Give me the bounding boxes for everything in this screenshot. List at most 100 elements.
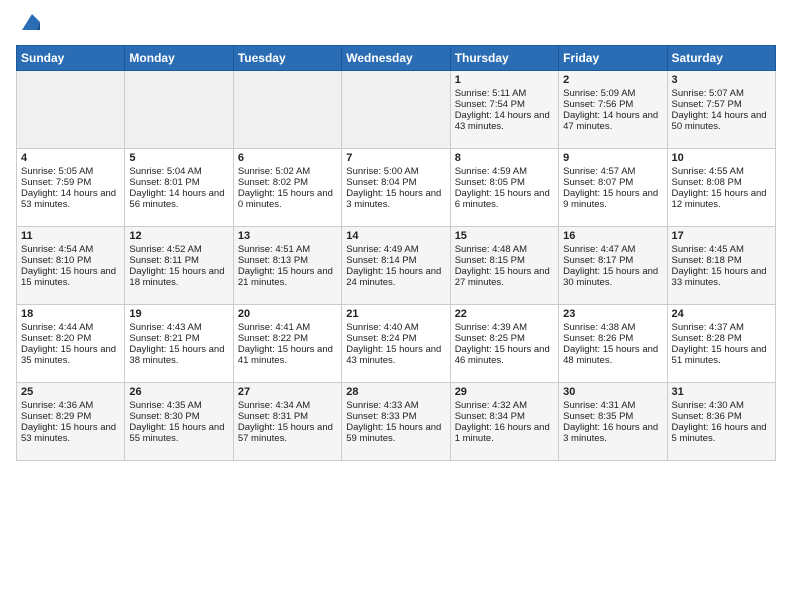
- day-info: Daylight: 14 hours and 43 minutes.: [455, 110, 554, 132]
- day-number: 16: [563, 230, 662, 242]
- day-info: Sunrise: 4:49 AM: [346, 244, 445, 255]
- day-number: 25: [21, 386, 120, 398]
- day-info: Sunrise: 5:07 AM: [672, 88, 771, 99]
- day-info: Daylight: 15 hours and 21 minutes.: [238, 266, 337, 288]
- calendar-cell: 5Sunrise: 5:04 AMSunset: 8:01 PMDaylight…: [125, 149, 233, 227]
- day-info: Sunset: 8:14 PM: [346, 255, 445, 266]
- calendar-cell: 10Sunrise: 4:55 AMSunset: 8:08 PMDayligh…: [667, 149, 775, 227]
- day-info: Sunset: 8:05 PM: [455, 177, 554, 188]
- day-info: Sunset: 8:35 PM: [563, 411, 662, 422]
- day-info: Daylight: 15 hours and 9 minutes.: [563, 188, 662, 210]
- calendar-cell: 12Sunrise: 4:52 AMSunset: 8:11 PMDayligh…: [125, 227, 233, 305]
- day-info: Sunrise: 4:39 AM: [455, 322, 554, 333]
- day-info: Daylight: 14 hours and 53 minutes.: [21, 188, 120, 210]
- day-info: Sunrise: 5:11 AM: [455, 88, 554, 99]
- day-info: Daylight: 15 hours and 51 minutes.: [672, 344, 771, 366]
- day-info: Sunset: 8:25 PM: [455, 333, 554, 344]
- calendar-cell: 25Sunrise: 4:36 AMSunset: 8:29 PMDayligh…: [17, 383, 125, 461]
- day-number: 2: [563, 74, 662, 86]
- day-info: Sunrise: 4:35 AM: [129, 400, 228, 411]
- day-info: Sunrise: 4:41 AM: [238, 322, 337, 333]
- calendar-cell: 24Sunrise: 4:37 AMSunset: 8:28 PMDayligh…: [667, 305, 775, 383]
- day-info: Daylight: 16 hours and 3 minutes.: [563, 422, 662, 444]
- day-number: 13: [238, 230, 337, 242]
- calendar-cell: 26Sunrise: 4:35 AMSunset: 8:30 PMDayligh…: [125, 383, 233, 461]
- day-info: Sunrise: 5:02 AM: [238, 166, 337, 177]
- day-info: Sunset: 8:15 PM: [455, 255, 554, 266]
- day-info: Sunrise: 4:47 AM: [563, 244, 662, 255]
- day-info: Sunset: 8:07 PM: [563, 177, 662, 188]
- calendar-cell: 20Sunrise: 4:41 AMSunset: 8:22 PMDayligh…: [233, 305, 341, 383]
- day-number: 24: [672, 308, 771, 320]
- day-number: 14: [346, 230, 445, 242]
- day-info: Sunset: 8:21 PM: [129, 333, 228, 344]
- day-info: Sunset: 8:30 PM: [129, 411, 228, 422]
- calendar-table: SundayMondayTuesdayWednesdayThursdayFrid…: [16, 45, 776, 461]
- day-info: Sunrise: 4:55 AM: [672, 166, 771, 177]
- day-info: Sunrise: 4:48 AM: [455, 244, 554, 255]
- day-info: Sunrise: 4:30 AM: [672, 400, 771, 411]
- logo-icon: [18, 12, 40, 34]
- day-info: Sunset: 8:20 PM: [21, 333, 120, 344]
- day-number: 30: [563, 386, 662, 398]
- day-number: 22: [455, 308, 554, 320]
- day-info: Daylight: 14 hours and 47 minutes.: [563, 110, 662, 132]
- day-info: Daylight: 15 hours and 3 minutes.: [346, 188, 445, 210]
- day-number: 20: [238, 308, 337, 320]
- day-info: Daylight: 15 hours and 48 minutes.: [563, 344, 662, 366]
- day-number: 1: [455, 74, 554, 86]
- day-info: Daylight: 14 hours and 56 minutes.: [129, 188, 228, 210]
- day-info: Sunrise: 4:38 AM: [563, 322, 662, 333]
- col-header-monday: Monday: [125, 46, 233, 71]
- day-info: Daylight: 15 hours and 46 minutes.: [455, 344, 554, 366]
- day-number: 15: [455, 230, 554, 242]
- calendar-cell: 11Sunrise: 4:54 AMSunset: 8:10 PMDayligh…: [17, 227, 125, 305]
- day-info: Daylight: 15 hours and 0 minutes.: [238, 188, 337, 210]
- day-info: Sunrise: 4:40 AM: [346, 322, 445, 333]
- calendar-cell: [125, 71, 233, 149]
- calendar-cell: 22 Sunrise: 4:39 AMSunset: 8:25 PMDayligh…: [450, 305, 558, 383]
- day-info: Sunrise: 5:00 AM: [346, 166, 445, 177]
- day-info: Sunrise: 5:05 AM: [21, 166, 120, 177]
- day-info: Sunrise: 4:33 AM: [346, 400, 445, 411]
- logo: [16, 12, 40, 39]
- day-info: Sunset: 8:26 PM: [563, 333, 662, 344]
- calendar-cell: 4Sunrise: 5:05 AMSunset: 7:59 PMDaylight…: [17, 149, 125, 227]
- day-info: Daylight: 15 hours and 6 minutes.: [455, 188, 554, 210]
- day-info: Sunset: 8:36 PM: [672, 411, 771, 422]
- col-header-wednesday: Wednesday: [342, 46, 450, 71]
- day-info: Daylight: 15 hours and 35 minutes.: [21, 344, 120, 366]
- calendar-cell: 19Sunrise: 4:43 AMSunset: 8:21 PMDayligh…: [125, 305, 233, 383]
- day-info: Sunset: 8:01 PM: [129, 177, 228, 188]
- day-info: Sunrise: 5:04 AM: [129, 166, 228, 177]
- day-info: Sunset: 7:57 PM: [672, 99, 771, 110]
- day-info: Sunset: 8:29 PM: [21, 411, 120, 422]
- day-info: Daylight: 15 hours and 15 minutes.: [21, 266, 120, 288]
- day-number: 3: [672, 74, 771, 86]
- day-number: 19: [129, 308, 228, 320]
- calendar-cell: 13Sunrise: 4:51 AMSunset: 8:13 PMDayligh…: [233, 227, 341, 305]
- day-number: 28: [346, 386, 445, 398]
- day-number: 6: [238, 152, 337, 164]
- calendar-cell: 21Sunrise: 4:40 AMSunset: 8:24 PMDayligh…: [342, 305, 450, 383]
- day-info: Sunset: 8:34 PM: [455, 411, 554, 422]
- day-info: Sunrise: 4:51 AM: [238, 244, 337, 255]
- day-info: Sunrise: 4:45 AM: [672, 244, 771, 255]
- day-info: Sunset: 7:54 PM: [455, 99, 554, 110]
- calendar-cell: 9Sunrise: 4:57 AMSunset: 8:07 PMDaylight…: [559, 149, 667, 227]
- page-header: [16, 12, 776, 39]
- day-info: Sunrise: 4:36 AM: [21, 400, 120, 411]
- calendar-cell: 6Sunrise: 5:02 AMSunset: 8:02 PMDaylight…: [233, 149, 341, 227]
- calendar-cell: 3Sunrise: 5:07 AMSunset: 7:57 PMDaylight…: [667, 71, 775, 149]
- day-number: 10: [672, 152, 771, 164]
- day-number: 18: [21, 308, 120, 320]
- day-number: 11: [21, 230, 120, 242]
- calendar-cell: [342, 71, 450, 149]
- day-info: Sunrise: 4:37 AM: [672, 322, 771, 333]
- day-info: Daylight: 15 hours and 41 minutes.: [238, 344, 337, 366]
- day-info: Sunrise: 4:43 AM: [129, 322, 228, 333]
- day-info: Sunrise: 4:57 AM: [563, 166, 662, 177]
- calendar-cell: 29Sunrise: 4:32 AMSunset: 8:34 PMDayligh…: [450, 383, 558, 461]
- calendar-cell: 2Sunrise: 5:09 AMSunset: 7:56 PMDaylight…: [559, 71, 667, 149]
- day-info: Sunset: 8:17 PM: [563, 255, 662, 266]
